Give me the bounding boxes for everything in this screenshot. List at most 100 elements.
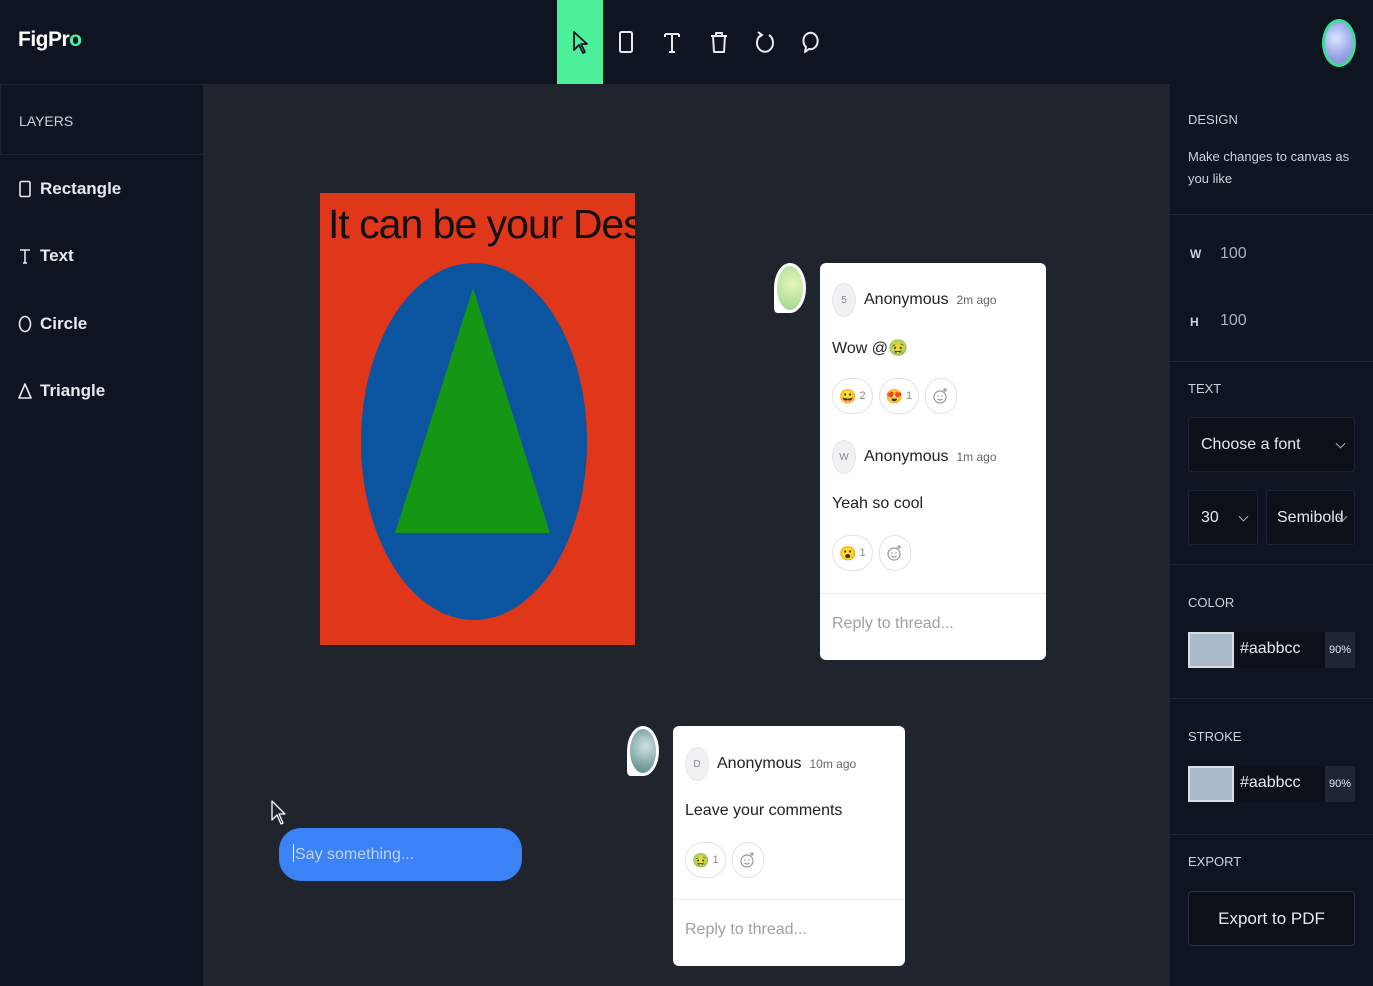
chevron-down-icon xyxy=(1335,438,1346,449)
add-reaction-button[interactable] xyxy=(731,842,764,878)
delete-tool-button[interactable] xyxy=(696,0,742,84)
stroke-color-hex[interactable]: #aabbcc xyxy=(1234,766,1325,802)
canvas-rectangle[interactable]: It can be your Design xyxy=(320,193,635,645)
stroke-color-row: #aabbcc 90% xyxy=(1188,766,1355,802)
avatar: 5 xyxy=(832,283,856,317)
comment-icon xyxy=(802,31,819,53)
comment-tool-button[interactable] xyxy=(789,0,835,84)
user-avatar[interactable] xyxy=(1322,19,1356,67)
comment-thread: 5 Anonymous 2m ago Wow @🤢 😀 2 😍 1 W Anonym… xyxy=(820,263,1046,660)
stroke-color-swatch[interactable] xyxy=(1188,766,1234,802)
chevron-down-icon xyxy=(1238,511,1249,522)
reaction-emoji: 🤢 xyxy=(692,851,710,868)
reset-icon xyxy=(756,31,774,53)
fill-color-row: #aabbcc 90% xyxy=(1188,632,1355,668)
rectangle-icon xyxy=(619,31,633,53)
select-tool-button[interactable] xyxy=(557,0,603,84)
layer-item-text[interactable]: Text xyxy=(18,246,74,266)
app-logo: FigPro xyxy=(18,28,82,52)
add-emoji-icon xyxy=(933,388,948,404)
reaction-emoji: 😍 xyxy=(885,387,903,404)
reply-input[interactable]: Reply to thread... xyxy=(685,921,807,939)
add-emoji-icon xyxy=(886,545,901,561)
reaction-count: 1 xyxy=(906,390,913,402)
reaction-chip[interactable]: 🤢 1 xyxy=(685,842,726,878)
layers-title: LAYERS xyxy=(0,85,203,155)
reply-input[interactable]: Reply to thread... xyxy=(832,615,954,633)
layer-item-triangle[interactable]: Triangle xyxy=(18,381,105,401)
reaction-count: 1 xyxy=(712,854,719,866)
layer-label: Triangle xyxy=(40,381,106,400)
avatar: W xyxy=(832,440,856,474)
add-reaction-button[interactable] xyxy=(925,378,958,414)
design-panel: DESIGN Make changes to canvas as you lik… xyxy=(1170,84,1373,986)
text-icon xyxy=(664,33,680,53)
comment-header: 5 Anonymous 2m ago xyxy=(832,283,997,317)
divider xyxy=(673,899,905,900)
comment-time: 2m ago xyxy=(956,293,997,307)
font-size-value: 30 xyxy=(1201,508,1219,526)
color-section: COLOR #aabbcc 90% xyxy=(1170,565,1373,699)
layer-item-circle[interactable]: Circle xyxy=(18,314,87,334)
text-icon xyxy=(20,249,30,264)
fill-opacity[interactable]: 90% xyxy=(1325,632,1355,668)
export-pdf-button[interactable]: Export to PDF xyxy=(1188,891,1355,946)
width-input[interactable]: 100 xyxy=(1220,245,1247,263)
layer-label: Circle xyxy=(40,314,88,333)
reaction-chip[interactable]: 😀 2 xyxy=(832,378,873,414)
dimensions-section: W 100 H 100 xyxy=(1170,215,1373,362)
add-reaction-button[interactable] xyxy=(878,535,911,571)
comment-time: 1m ago xyxy=(956,450,997,464)
reaction-chip[interactable]: 😍 1 xyxy=(878,378,920,414)
reaction-bar: 😮 1 xyxy=(832,535,911,571)
comment-author: Anonymous xyxy=(864,291,949,308)
height-input[interactable]: 100 xyxy=(1220,312,1247,330)
circle-icon xyxy=(18,315,32,333)
design-section: DESIGN Make changes to canvas as you lik… xyxy=(1170,84,1373,215)
reaction-emoji: 😮 xyxy=(839,544,857,561)
comment-body: Leave your comments xyxy=(685,802,843,819)
layer-label: Rectangle xyxy=(40,179,122,198)
add-emoji-icon xyxy=(739,852,754,868)
triangle-icon xyxy=(18,383,32,399)
design-hint: Make changes to canvas as you like xyxy=(1188,149,1350,186)
font-family-value: Choose a font xyxy=(1201,435,1301,453)
canvas-triangle[interactable] xyxy=(395,288,551,534)
comment-time: 10m ago xyxy=(809,757,857,771)
stroke-opacity[interactable]: 90% xyxy=(1325,766,1355,802)
layer-label: Text xyxy=(40,246,74,265)
logo-accent: o xyxy=(69,28,82,51)
font-family-select[interactable]: Choose a font xyxy=(1188,417,1355,472)
width-label: W xyxy=(1190,247,1202,261)
canvas-text[interactable]: It can be your Design xyxy=(328,201,635,248)
logo-text: FigPr xyxy=(18,28,70,51)
comment-thread: D Anonymous 10m ago Leave your comments … xyxy=(673,726,905,966)
thread-pin[interactable] xyxy=(774,263,806,313)
reaction-emoji: 😀 xyxy=(839,387,857,404)
reaction-count: 1 xyxy=(859,547,866,559)
rectangle-tool-button[interactable] xyxy=(603,0,649,84)
layer-item-rectangle[interactable]: Rectangle xyxy=(18,179,121,199)
reaction-bar: 🤢 1 xyxy=(685,842,764,878)
stroke-title: STROKE xyxy=(1188,729,1242,744)
design-title: DESIGN xyxy=(1188,112,1238,127)
mouse-cursor-icon xyxy=(271,800,286,825)
divider xyxy=(820,593,1046,594)
cursor-chat-input[interactable]: Say something... xyxy=(279,828,522,881)
avatar: D xyxy=(685,747,709,781)
font-weight-select[interactable]: Semibold xyxy=(1266,490,1355,545)
reaction-chip[interactable]: 😮 1 xyxy=(832,535,873,571)
comment-header: D Anonymous 10m ago xyxy=(685,747,856,781)
layers-panel: LAYERS Rectangle Text Circle Triangle xyxy=(0,84,203,986)
thread-pin[interactable] xyxy=(627,726,659,776)
reset-tool-button[interactable] xyxy=(742,0,788,84)
rectangle-icon xyxy=(19,180,31,198)
fill-color-hex[interactable]: #aabbcc xyxy=(1234,632,1325,668)
fill-color-swatch[interactable] xyxy=(1188,632,1234,668)
comment-body: Wow @🤢 xyxy=(832,340,908,357)
color-title: COLOR xyxy=(1188,595,1235,610)
font-size-select[interactable]: 30 xyxy=(1188,490,1258,545)
text-tool-button[interactable] xyxy=(649,0,695,84)
export-title: EXPORT xyxy=(1188,854,1242,869)
comment-author: Anonymous xyxy=(864,448,949,465)
